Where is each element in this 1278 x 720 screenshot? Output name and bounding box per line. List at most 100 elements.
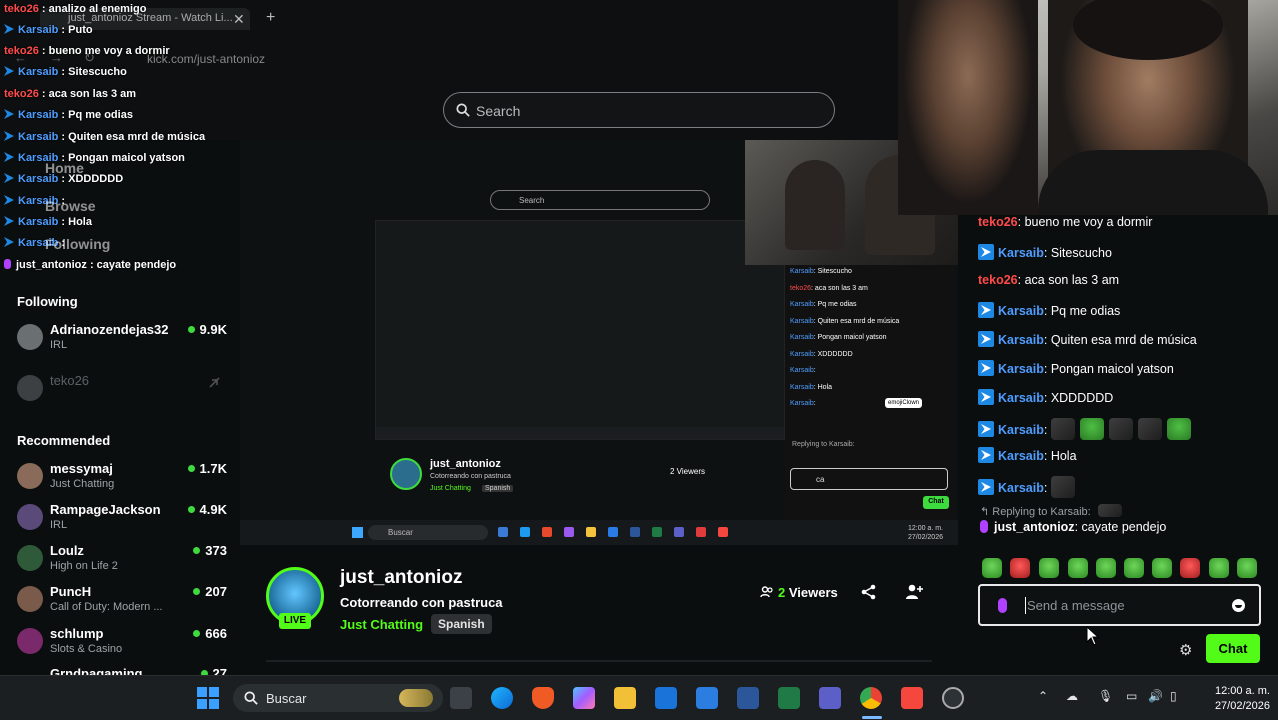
obs-icon[interactable] <box>942 687 964 709</box>
chat-separator: : <box>1017 273 1025 287</box>
gear-icon[interactable]: ⚙ <box>1179 641 1192 659</box>
emote-button[interactable] <box>1209 558 1229 578</box>
sidebar-item-adrianozendejas32[interactable]: Adrianozendejas32 IRL 9.9K <box>17 322 227 358</box>
live-badge: LIVE <box>279 613 311 629</box>
avatar <box>17 504 43 530</box>
chat-username: Karsaib <box>790 334 814 341</box>
search-input[interactable]: Search <box>443 92 835 128</box>
copilot-icon[interactable] <box>573 687 595 709</box>
brave-icon[interactable] <box>532 687 554 709</box>
chat-username[interactable]: Karsaib <box>998 362 1044 376</box>
emote-button[interactable] <box>1152 558 1172 578</box>
emote <box>1079 418 1104 440</box>
chat-text: Hola <box>1050 449 1077 463</box>
search-icon <box>244 691 258 705</box>
share-icon[interactable] <box>860 583 878 601</box>
chat-username[interactable]: teko26 <box>978 215 1018 229</box>
task-view-icon[interactable] <box>450 687 472 709</box>
emote-button[interactable] <box>1039 558 1059 578</box>
windows-start-icon[interactable] <box>197 687 219 709</box>
sidebar-item-grndpagaming[interactable]: Grndpagaming 27 <box>17 667 227 675</box>
nav-item-home[interactable]: Home <box>45 160 84 176</box>
chat-username[interactable]: Karsaib <box>998 391 1044 405</box>
viewer-label: Viewers <box>788 585 838 600</box>
app-icon <box>608 527 618 537</box>
chat-separator: : <box>58 131 69 143</box>
network-icon[interactable]: ▭ <box>1126 689 1137 703</box>
chat-username[interactable]: teko26 <box>978 273 1018 287</box>
send-message-input[interactable]: Send a message <box>978 584 1261 626</box>
follow-user-icon[interactable] <box>905 583 923 601</box>
battery-icon[interactable]: ▯ <box>1170 689 1177 703</box>
chat-send-button[interactable]: Chat <box>1206 634 1260 663</box>
person-shirt <box>1038 150 1268 215</box>
chat-username[interactable]: Karsaib <box>998 333 1044 347</box>
sidebar-item-teko26[interactable]: teko26 <box>17 373 227 409</box>
chat-username[interactable]: Karsaib <box>998 423 1044 437</box>
nav-item-following[interactable]: Following <box>45 236 110 252</box>
emote-button[interactable] <box>1180 558 1200 578</box>
nav-item-browse[interactable]: Browse <box>45 198 96 214</box>
store-icon[interactable] <box>696 687 718 709</box>
sidebar-item-loulz[interactable]: Loulz High on Life 2 373 <box>17 543 227 579</box>
taskbar-search[interactable]: Buscar <box>233 684 443 712</box>
sidebar-item-punch[interactable]: PuncH Call of Duty: Modern ... 207 <box>17 584 227 620</box>
sidebar-item-rampagejackson[interactable]: RampageJackson IRL 4.9K <box>17 502 227 538</box>
new-tab-icon[interactable]: + <box>266 9 275 27</box>
kick-badge-icon <box>4 216 14 226</box>
emote-button[interactable] <box>1010 558 1030 578</box>
chat-separator: : <box>38 3 49 15</box>
chat-username[interactable]: Karsaib <box>998 481 1044 495</box>
chat-separator: : <box>1043 333 1051 347</box>
chat-username[interactable]: Karsaib <box>998 304 1044 318</box>
sidebar-item-schlump[interactable]: schlump Slots & Casino 666 <box>17 626 227 662</box>
edge-icon[interactable] <box>491 687 513 709</box>
chevron-up-icon[interactable]: ⌃ <box>1038 689 1048 703</box>
microphone-tray-icon[interactable]: 🎙 <box>1098 689 1113 703</box>
emoji-icon[interactable] <box>1232 599 1245 612</box>
chrome-icon[interactable] <box>860 687 882 709</box>
reply-preview[interactable]: ↰ Replying to Karsaib: <box>980 504 1127 518</box>
music-icon[interactable] <box>901 687 923 709</box>
volume-icon[interactable]: 🔊 <box>1148 689 1163 703</box>
chat-text: cayate pendejo <box>1081 520 1167 534</box>
overlay-chat-line: Karsaib : Hola <box>4 216 92 228</box>
microphone-badge-icon <box>4 259 11 269</box>
channel-name: Adrianozendejas32 <box>50 322 169 337</box>
stream-video[interactable]: Search Karsaib: Sitescucho teko26: aca so… <box>240 140 958 545</box>
windows-taskbar: Buscar ⌃ ☁ 🎙 ▭ 🔊 ▯ 12:00 a. m. 27/02/202… <box>0 675 1278 720</box>
chat-separator: : <box>1043 246 1051 260</box>
file-explorer-icon[interactable] <box>614 687 636 709</box>
chat-username[interactable]: Karsaib <box>998 246 1044 260</box>
emote-button[interactable] <box>1237 558 1257 578</box>
stream-tag[interactable]: Spanish <box>431 614 492 634</box>
emote <box>1166 418 1191 440</box>
emote-quick-bar <box>978 558 1258 582</box>
close-tab-icon[interactable]: ✕ <box>233 11 245 28</box>
emote-button[interactable] <box>1068 558 1088 578</box>
taskbar-clock[interactable]: 12:00 a. m. 27/02/2026 <box>1190 684 1270 714</box>
chat-username[interactable]: just_antonioz <box>994 520 1075 534</box>
chat-separator: : <box>1043 449 1051 463</box>
cloud-icon[interactable]: ☁ <box>1066 689 1078 703</box>
offline-icon <box>209 377 220 388</box>
chat-username: Karsaib <box>18 24 59 36</box>
stream-category[interactable]: Just Chatting <box>340 617 423 632</box>
emote-button[interactable] <box>982 558 1002 578</box>
excel-icon[interactable] <box>778 687 800 709</box>
chat-separator: : <box>813 367 816 374</box>
word-icon[interactable] <box>737 687 759 709</box>
outlook-icon[interactable] <box>655 687 677 709</box>
streamer-name[interactable]: just_antonioz <box>340 567 462 589</box>
kick-badge-icon <box>4 131 14 141</box>
emote-button[interactable] <box>1124 558 1144 578</box>
emote-button[interactable] <box>1096 558 1116 578</box>
nested-chat-line: Karsaib: Quiten esa mrd de música <box>790 318 899 325</box>
chat-text: bueno me voy a dormir <box>1024 215 1153 229</box>
chat-message: Karsaib: Quiten esa mrd de música <box>978 331 1197 347</box>
viewer-count: 666 <box>193 626 227 641</box>
chat-separator: : <box>38 88 49 100</box>
teams-icon[interactable] <box>819 687 841 709</box>
chat-username[interactable]: Karsaib <box>998 449 1044 463</box>
sidebar-item-messymaj[interactable]: messymaj Just Chatting 1.7K <box>17 461 227 497</box>
